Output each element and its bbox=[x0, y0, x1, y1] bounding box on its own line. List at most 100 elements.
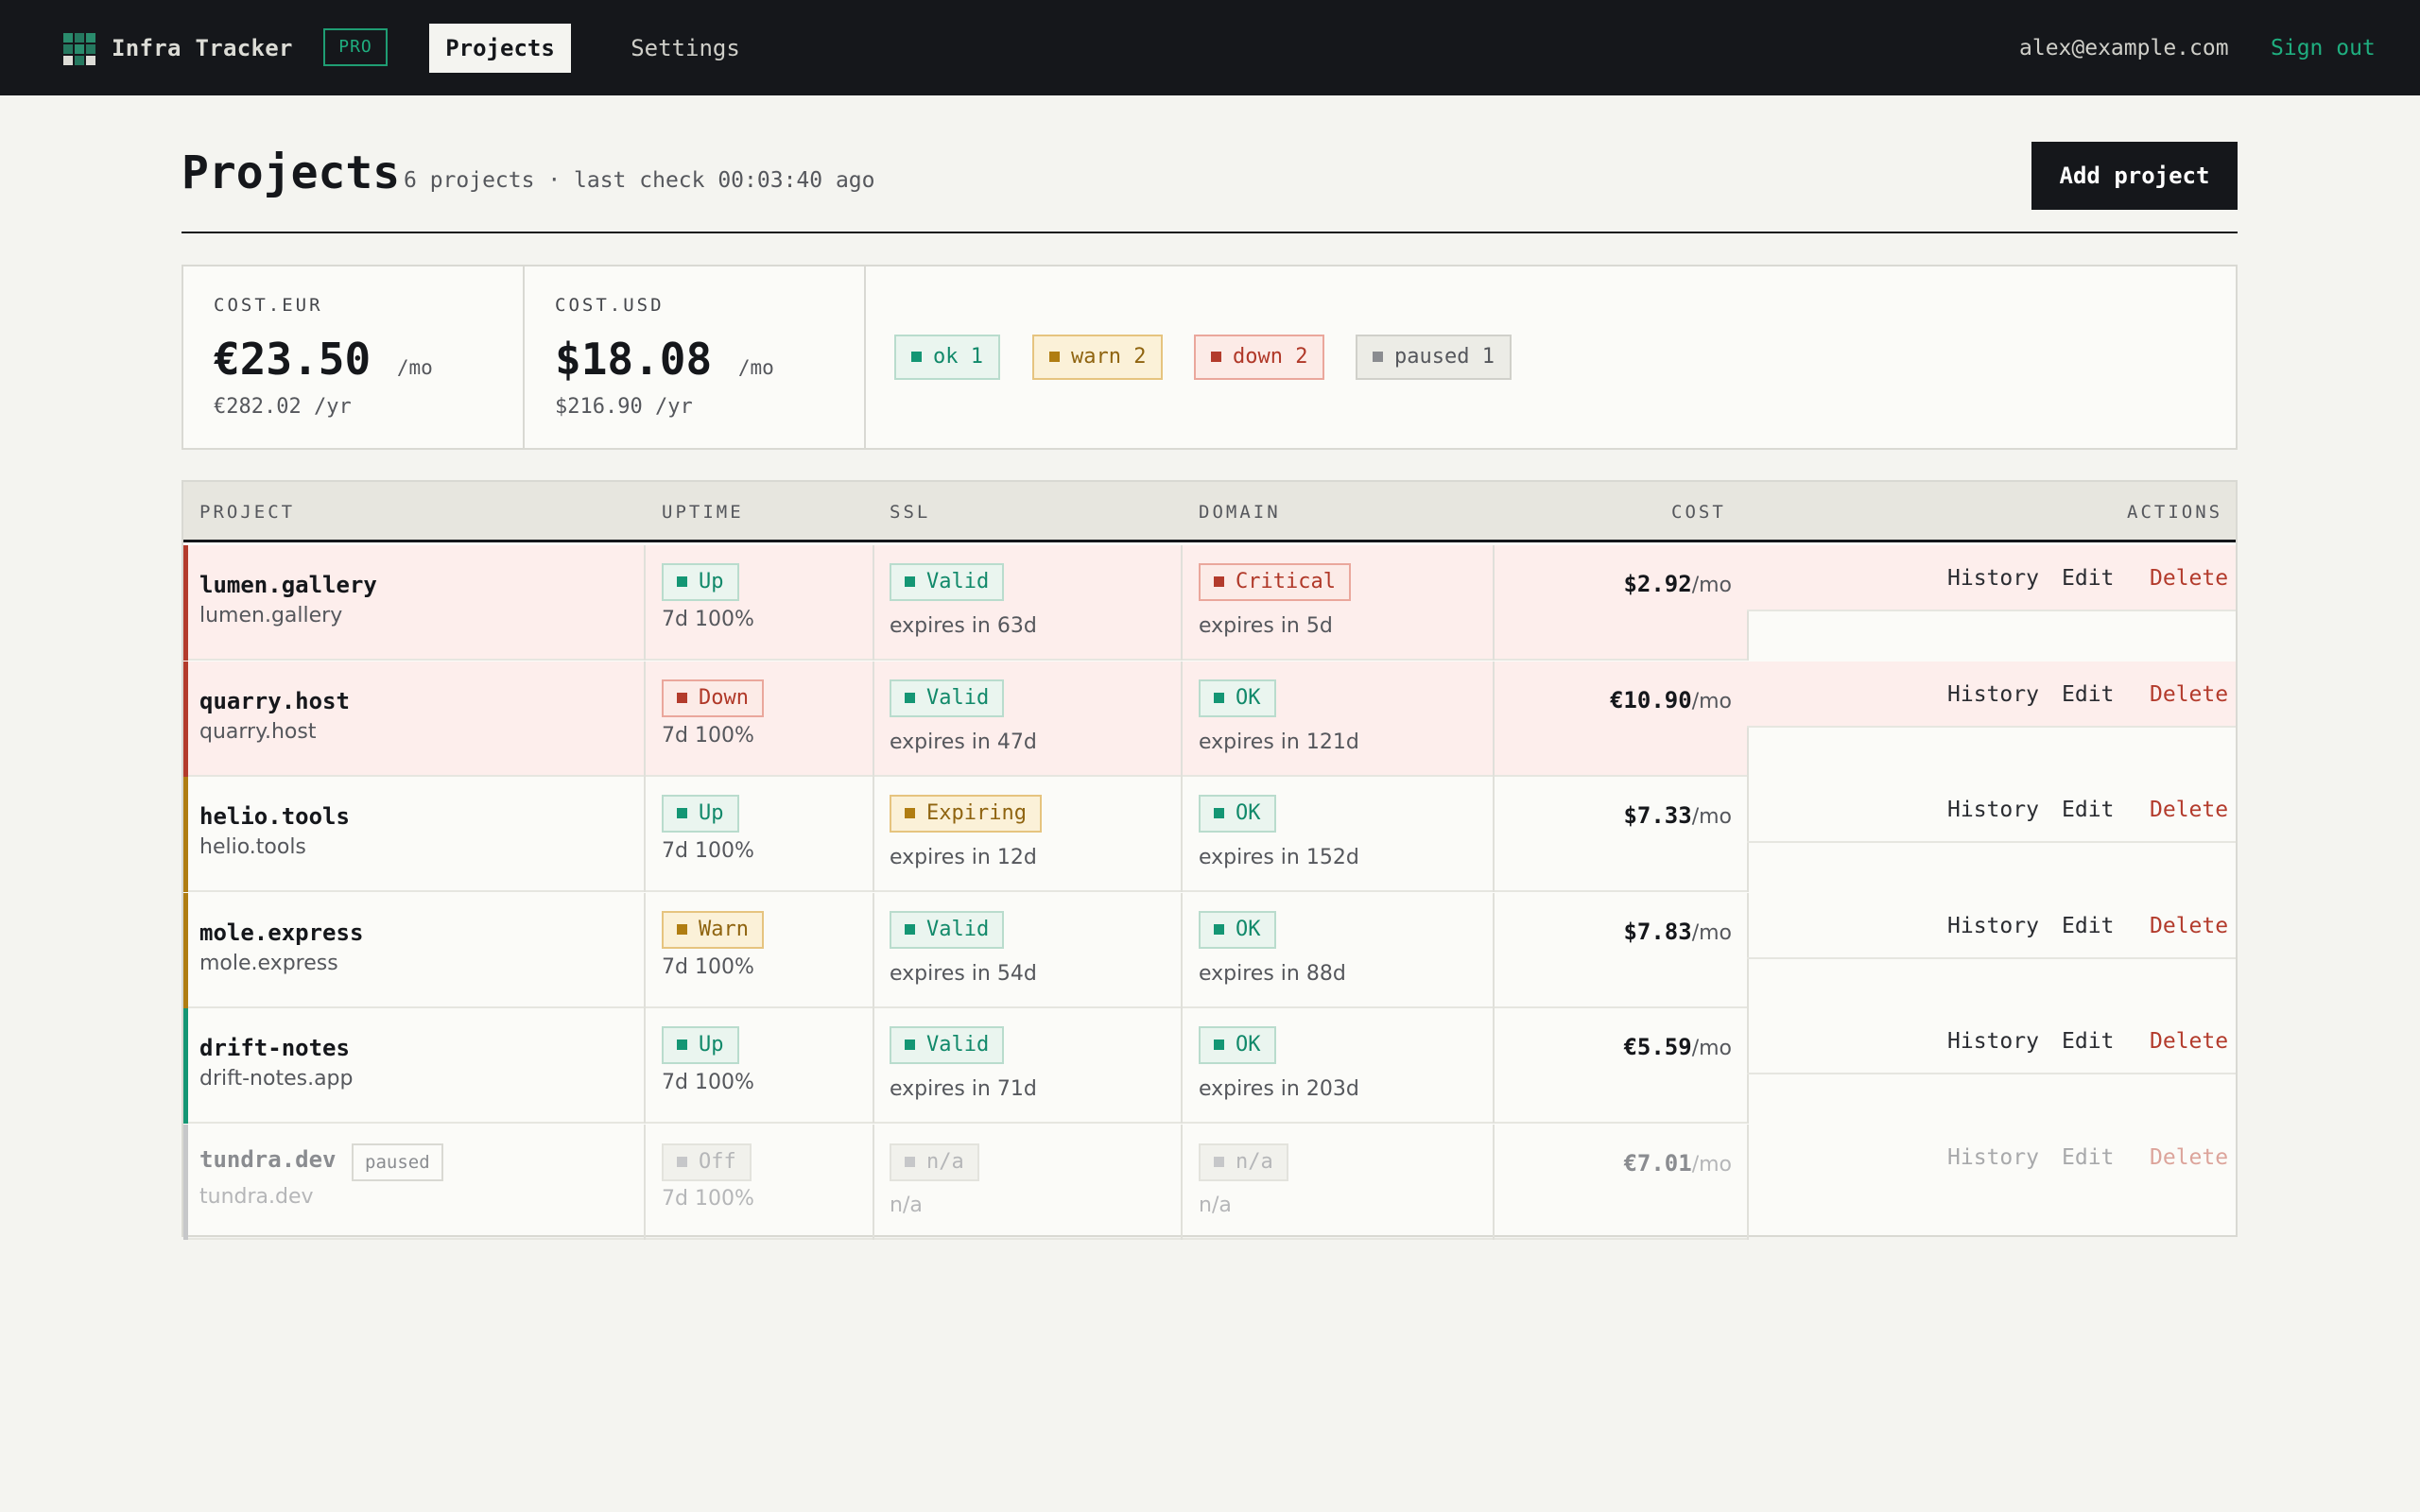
column-divider bbox=[873, 1008, 874, 1124]
column-divider bbox=[1493, 545, 1495, 661]
page-subtitle: 6 projects · last check 00:03:40 ago bbox=[404, 168, 875, 193]
row-status-accent bbox=[183, 661, 188, 777]
project-cost: $7.33/mo bbox=[1543, 799, 1732, 833]
cost-usd-yearly: $216.90 /yr bbox=[555, 395, 693, 419]
cost-value: €10.90 bbox=[1609, 686, 1692, 713]
cost-value: $7.33 bbox=[1623, 802, 1692, 829]
row-actions: History Edit Delete bbox=[1747, 777, 2236, 843]
status-square-icon bbox=[905, 1040, 915, 1050]
status-pill-ok: ok 1 bbox=[894, 335, 1000, 380]
uptime-status-label: Warn bbox=[699, 917, 749, 941]
dom-status-badge: OK bbox=[1199, 795, 1276, 833]
status-square-icon bbox=[905, 923, 915, 935]
column-divider bbox=[1181, 892, 1183, 1008]
dom-detail: expires in 121d bbox=[1199, 730, 1359, 754]
ssl-detail: expires in 47d bbox=[890, 730, 1037, 754]
header-cost: COST bbox=[1671, 502, 1726, 523]
edit-button[interactable]: Edit bbox=[2062, 679, 2114, 711]
status-square-icon bbox=[677, 576, 687, 587]
ssl-status-label: Valid bbox=[926, 570, 990, 593]
cost-value: €7.01 bbox=[1623, 1149, 1692, 1177]
row-status-accent bbox=[183, 545, 188, 661]
delete-button[interactable]: Delete bbox=[2150, 1025, 2228, 1057]
edit-button[interactable]: Edit bbox=[2062, 562, 2114, 594]
dom-detail: expires in 203d bbox=[1199, 1077, 1359, 1101]
delete-button[interactable]: Delete bbox=[2150, 910, 2228, 942]
history-button[interactable]: History bbox=[1947, 1142, 2039, 1174]
history-button[interactable]: History bbox=[1947, 794, 2039, 826]
delete-button[interactable]: Delete bbox=[2150, 794, 2228, 826]
status-square-icon bbox=[1214, 576, 1224, 587]
add-project-button[interactable]: Add project bbox=[2031, 142, 2238, 210]
status-square-icon bbox=[1214, 1040, 1224, 1050]
project-cost: €5.59/mo bbox=[1543, 1031, 1732, 1065]
project-name[interactable]: mole.express bbox=[199, 917, 363, 949]
history-button[interactable]: History bbox=[1947, 679, 2039, 711]
history-button[interactable]: History bbox=[1947, 910, 2039, 942]
project-name[interactable]: quarry.host bbox=[199, 685, 350, 717]
status-square-icon bbox=[1214, 1156, 1224, 1167]
delete-button[interactable]: Delete bbox=[2150, 1142, 2228, 1174]
project-domain: helio.tools bbox=[199, 835, 306, 859]
uptime-detail: 7d 100% bbox=[662, 1071, 754, 1094]
project-name[interactable]: tundra.dev bbox=[199, 1143, 337, 1176]
table-row: tundra.dev tundra.dev paused Off 7d 100% n/a n… bbox=[183, 1124, 1749, 1240]
sign-out-link[interactable]: Sign out bbox=[2271, 32, 2376, 64]
column-divider bbox=[644, 1124, 646, 1240]
page-title: Projects bbox=[182, 146, 401, 199]
status-square-icon bbox=[911, 352, 922, 362]
ssl-status-label: Valid bbox=[926, 685, 990, 710]
cost-eur-yearly: €282.02 /yr bbox=[214, 395, 352, 419]
nav-projects-tab[interactable]: Projects bbox=[429, 24, 571, 73]
column-divider bbox=[644, 661, 646, 777]
status-square-icon bbox=[1373, 352, 1383, 362]
status-square-icon bbox=[677, 1040, 687, 1050]
project-name[interactable]: lumen.gallery bbox=[199, 569, 377, 601]
edit-button[interactable]: Edit bbox=[2062, 1025, 2114, 1057]
edit-button[interactable]: Edit bbox=[2062, 1142, 2114, 1174]
cost-unit: /mo bbox=[1691, 574, 1732, 597]
projects-table: PROJECT UPTIME SSL DOMAIN COST ACTIONS l… bbox=[182, 480, 2238, 1240]
dom-status-badge: OK bbox=[1199, 910, 1276, 949]
uptime-status-label: Up bbox=[699, 801, 724, 825]
grid-logo-icon bbox=[63, 33, 95, 65]
status-square-icon bbox=[905, 808, 915, 818]
paused-badge: paused bbox=[352, 1143, 443, 1181]
edit-button[interactable]: Edit bbox=[2062, 794, 2114, 826]
project-name[interactable]: helio.tools bbox=[199, 800, 350, 833]
ssl-status-badge: Valid bbox=[890, 563, 1005, 601]
column-divider bbox=[1493, 1124, 1495, 1240]
cost-eur-unit: /mo bbox=[396, 356, 433, 379]
row-status-accent bbox=[183, 892, 188, 1008]
cost-usd-card: COST.USD $18.08 /mo $216.90 /yr bbox=[525, 266, 866, 448]
column-divider bbox=[1493, 661, 1495, 777]
ssl-status-badge: Expiring bbox=[890, 795, 1042, 833]
edit-button[interactable]: Edit bbox=[2062, 910, 2114, 942]
cost-value: €5.59 bbox=[1623, 1034, 1692, 1060]
uptime-status-label: Up bbox=[699, 1033, 724, 1057]
status-square-icon bbox=[1211, 352, 1221, 362]
dom-detail: expires in 88d bbox=[1199, 961, 1346, 986]
uptime-detail: 7d 100% bbox=[662, 1186, 754, 1211]
row-status-accent bbox=[183, 777, 188, 892]
ssl-status-label: Valid bbox=[926, 1033, 990, 1057]
header-domain: DOMAIN bbox=[1199, 502, 1281, 523]
history-button[interactable]: History bbox=[1947, 1025, 2039, 1057]
plan-badge: PRO bbox=[323, 28, 388, 66]
uptime-status-label: Down bbox=[699, 685, 749, 710]
uptime-detail: 7d 100% bbox=[662, 608, 754, 631]
uptime-status-badge: Up bbox=[662, 795, 739, 833]
ssl-status-label: Expiring bbox=[926, 801, 1027, 825]
nav-settings-tab[interactable]: Settings bbox=[610, 24, 761, 73]
project-name[interactable]: drift-notes bbox=[199, 1032, 350, 1064]
column-divider bbox=[1493, 1008, 1495, 1124]
history-button[interactable]: History bbox=[1947, 562, 2039, 594]
delete-button[interactable]: Delete bbox=[2150, 562, 2228, 594]
column-divider bbox=[644, 545, 646, 661]
dom-detail: n/a bbox=[1199, 1193, 1232, 1217]
column-divider bbox=[1493, 892, 1495, 1008]
project-domain: drift-notes.app bbox=[199, 1067, 354, 1091]
delete-button[interactable]: Delete bbox=[2150, 679, 2228, 711]
cost-eur-label: COST.EUR bbox=[214, 295, 323, 316]
table-row: mole.express mole.express Warn 7d 100% Valid… bbox=[183, 892, 1749, 1008]
